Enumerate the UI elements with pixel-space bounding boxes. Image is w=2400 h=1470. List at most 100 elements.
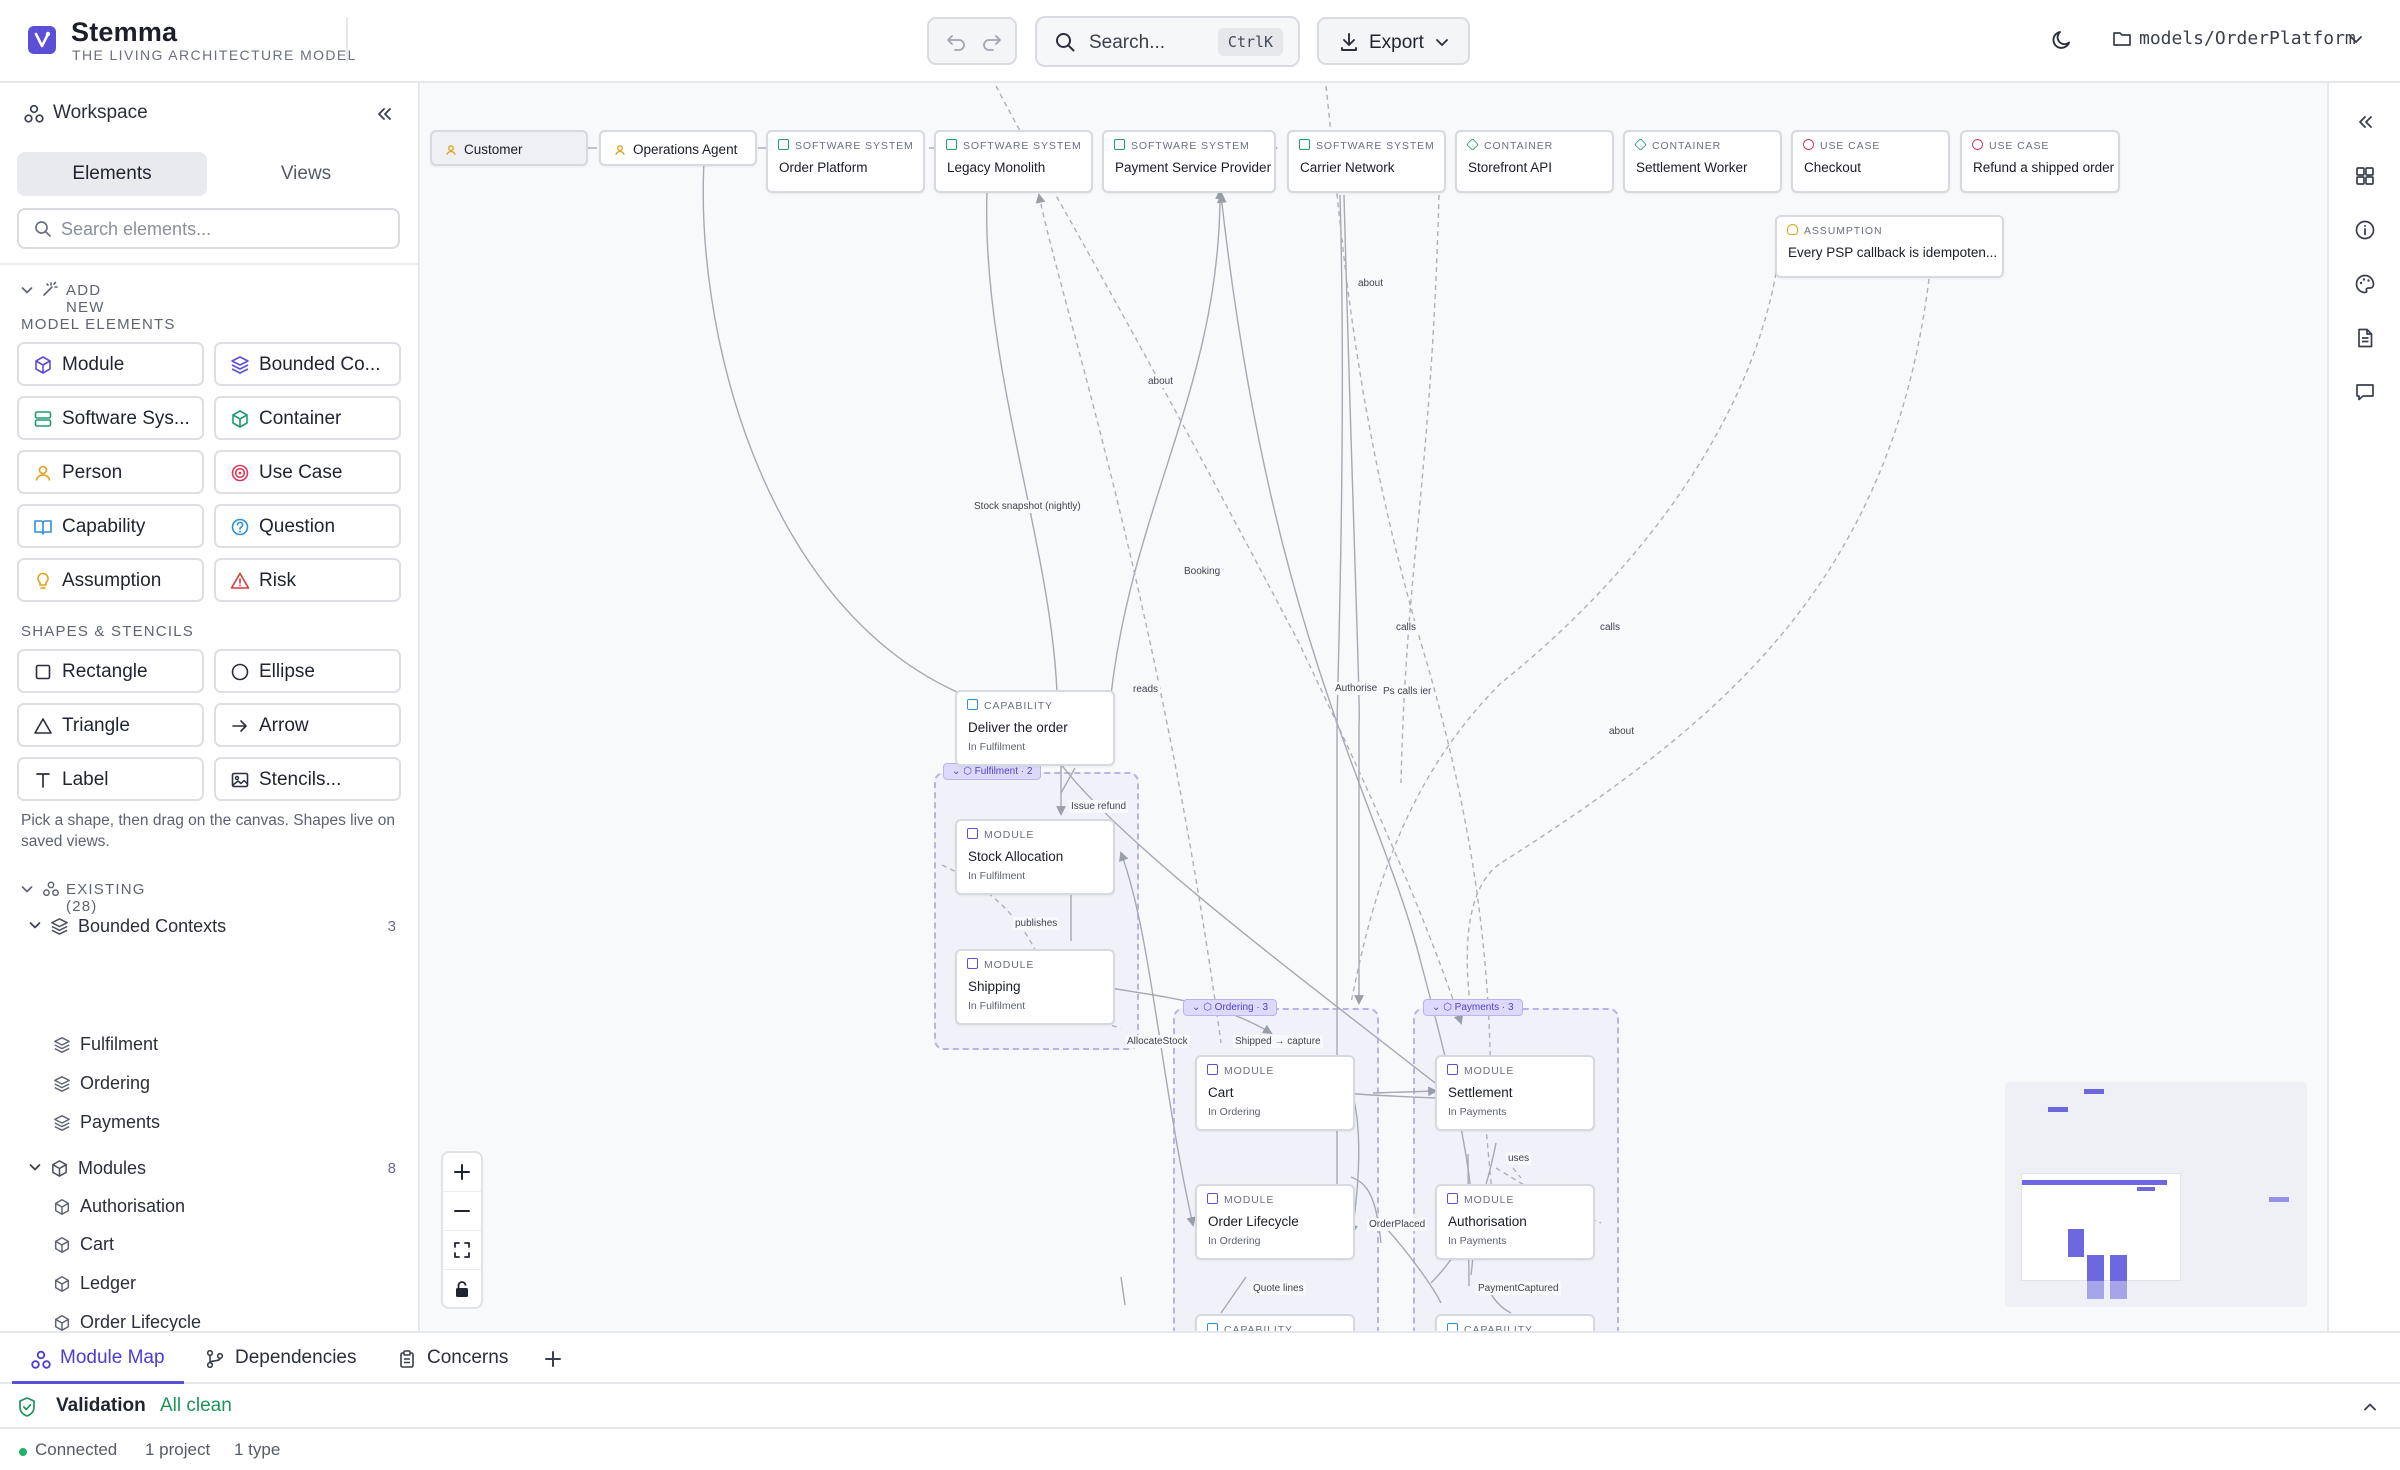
palette-icon[interactable] [2354, 273, 2376, 295]
fit-view-button[interactable] [443, 1231, 481, 1270]
dashboard-icon[interactable] [2354, 165, 2376, 187]
node-checkout[interactable]: USE CASE Checkout [1791, 130, 1950, 193]
add-assumption-button[interactable]: Assumption [17, 558, 204, 602]
add-question-button[interactable]: Question [214, 504, 401, 548]
folder-icon [2112, 30, 2132, 48]
tab-module-map[interactable]: Module Map [12, 1333, 184, 1384]
zoom-out-button[interactable] [443, 1192, 481, 1231]
edge-label[interactable]: calls [1598, 621, 1623, 634]
edge-label[interactable]: calls [1394, 621, 1419, 634]
node-kind-text: ASSUMPTION [1804, 225, 1883, 237]
document-icon[interactable] [2354, 327, 2376, 349]
app-header: Stemma THE LIVING ARCHITECTURE MODEL Sea… [0, 0, 2400, 83]
node-shipping[interactable]: MODULE Shipping In Fulfilment [955, 949, 1115, 1025]
edge-label[interactable]: Ps calls ier [1381, 685, 1434, 698]
global-search-button[interactable]: Search... CtrlK [1035, 16, 1300, 67]
comment-icon[interactable] [2354, 381, 2376, 403]
add-label-button[interactable]: Label [17, 757, 204, 801]
moon-icon[interactable] [2050, 28, 2074, 52]
edge-label[interactable]: AllocateStock [1125, 1035, 1190, 1048]
node-settlement[interactable]: MODULE Settlement In Payments [1435, 1055, 1595, 1131]
add-capability-button[interactable]: Capability [17, 504, 204, 548]
tab-views[interactable]: Views [212, 152, 400, 196]
add-triangle-button[interactable]: Triangle [17, 703, 204, 747]
module-icon [53, 1275, 71, 1293]
node-kind: CAPABILITY [1207, 1323, 1293, 1331]
open-stencils-button[interactable]: Stencils... [214, 757, 401, 801]
redo-icon[interactable] [981, 31, 1003, 53]
node-settlement-worker[interactable]: CONTAINER Settlement Worker [1623, 130, 1782, 193]
node-order-platform[interactable]: SOFTWARE SYSTEM Order Platform [766, 130, 925, 193]
edge-label[interactable]: Shipped → capture [1233, 1035, 1323, 1048]
edge-label[interactable]: Issue refund [1069, 800, 1129, 813]
edge-label[interactable]: reads [1131, 683, 1161, 696]
edge-label[interactable]: about [1607, 725, 1637, 738]
node-kind: SOFTWARE SYSTEM [946, 139, 1082, 152]
node-cart[interactable]: MODULE Cart In Ordering [1195, 1055, 1355, 1131]
tab-dependencies[interactable]: Dependencies [205, 1333, 375, 1384]
edge-label[interactable]: Stock snapshot (nightly) [972, 500, 1083, 513]
node-legacy-monolith[interactable]: SOFTWARE SYSTEM Legacy Monolith [934, 130, 1093, 193]
diagram-canvas[interactable]: about about Stock snapshot (nightly) Boo… [421, 83, 2327, 1331]
edge-label[interactable]: PaymentCaptured [1476, 1282, 1561, 1295]
info-icon[interactable] [2354, 219, 2376, 241]
edge-label[interactable]: publishes [1013, 917, 1060, 930]
group-count: 3 [1508, 1002, 1514, 1013]
edge-label[interactable]: uses [1506, 1152, 1532, 1165]
tile-label: Container [259, 408, 342, 429]
validation-bar[interactable]: Validation All clean [0, 1384, 2400, 1429]
add-container-button[interactable]: Container [214, 396, 401, 440]
tile-label: Software Sys... [62, 408, 190, 429]
node-order-lifecycle[interactable]: MODULE Order Lifecycle In Ordering [1195, 1184, 1355, 1260]
minimap-node [2022, 1180, 2167, 1185]
tree-group-bounded-contexts[interactable]: Bounded Contexts 3 [28, 915, 396, 939]
add-module-button[interactable]: Module [17, 342, 204, 386]
collapse-chevron-icon: ⌄ ⬡ [1192, 1002, 1215, 1013]
node-assumption-psp-idempotent[interactable]: ASSUMPTION Every PSP callback is idempot… [1775, 215, 2004, 278]
node-authorisation[interactable]: MODULE Authorisation In Payments [1435, 1184, 1595, 1260]
element-search-input[interactable]: Search elements... [17, 208, 400, 249]
add-use-case-button[interactable]: Use Case [214, 450, 401, 494]
status-bar: Connected 1 project 1 type [0, 1429, 2400, 1470]
edge-label[interactable]: OrderPlaced [1367, 1218, 1428, 1231]
edge-label[interactable]: Booking [1182, 565, 1223, 578]
node-stock-allocation[interactable]: MODULE Stock Allocation In Fulfilment [955, 819, 1115, 895]
undo-icon[interactable] [945, 31, 967, 53]
node-capability-partial[interactable]: CAPABILITY [1195, 1314, 1355, 1331]
tree-group-modules[interactable]: Modules 8 [28, 1157, 396, 1181]
node-storefront-api[interactable]: CONTAINER Storefront API [1455, 130, 1614, 193]
add-ellipse-button[interactable]: Ellipse [214, 649, 401, 693]
group-tag-payments[interactable]: ⌄ ⬡ Payments · 3 [1423, 999, 1523, 1016]
edge-label[interactable]: Authorise [1333, 682, 1380, 695]
system-icon [1299, 139, 1310, 150]
group-tag-ordering[interactable]: ⌄ ⬡ Ordering · 3 [1183, 999, 1278, 1016]
node-carrier-network[interactable]: SOFTWARE SYSTEM Carrier Network [1287, 130, 1446, 193]
lock-canvas-button[interactable] [443, 1270, 481, 1309]
node-customer[interactable]: Customer [430, 130, 588, 166]
add-bounded-context-button[interactable]: Bounded Co... [214, 342, 401, 386]
collapse-sidebar-icon[interactable] [373, 103, 395, 125]
tab-elements[interactable]: Elements [17, 152, 207, 196]
project-path: models/OrderPlatform [2139, 28, 2356, 49]
tab-concerns[interactable]: Concerns [397, 1333, 527, 1384]
system-icon [1114, 139, 1125, 150]
add-software-system-button[interactable]: Software Sys... [17, 396, 204, 440]
zoom-in-button[interactable] [443, 1153, 481, 1192]
add-person-button[interactable]: Person [17, 450, 204, 494]
edge-label[interactable]: about [1146, 375, 1176, 388]
export-button[interactable]: Export [1317, 17, 1470, 65]
node-deliver-the-order[interactable]: CAPABILITY Deliver the order In Fulfilme… [955, 690, 1115, 766]
node-refund-shipped-order[interactable]: USE CASE Refund a shipped order [1960, 130, 2120, 193]
node-operations-agent[interactable]: Operations Agent [599, 130, 757, 166]
edge-label[interactable]: about [1356, 277, 1386, 290]
node-capability-partial[interactable]: CAPABILITY [1435, 1314, 1595, 1331]
add-view-tab-icon[interactable] [542, 1348, 564, 1370]
add-rectangle-button[interactable]: Rectangle [17, 649, 204, 693]
add-risk-button[interactable]: Risk [214, 558, 401, 602]
expand-panel-icon[interactable] [2354, 111, 2376, 133]
node-name: Carrier Network [1300, 160, 1395, 175]
node-payment-service-provider[interactable]: SOFTWARE SYSTEM Payment Service Provider [1102, 130, 1276, 193]
chevron-up-icon[interactable] [2361, 1398, 2379, 1416]
add-arrow-button[interactable]: Arrow [214, 703, 401, 747]
edge-label[interactable]: Quote lines [1251, 1282, 1306, 1295]
